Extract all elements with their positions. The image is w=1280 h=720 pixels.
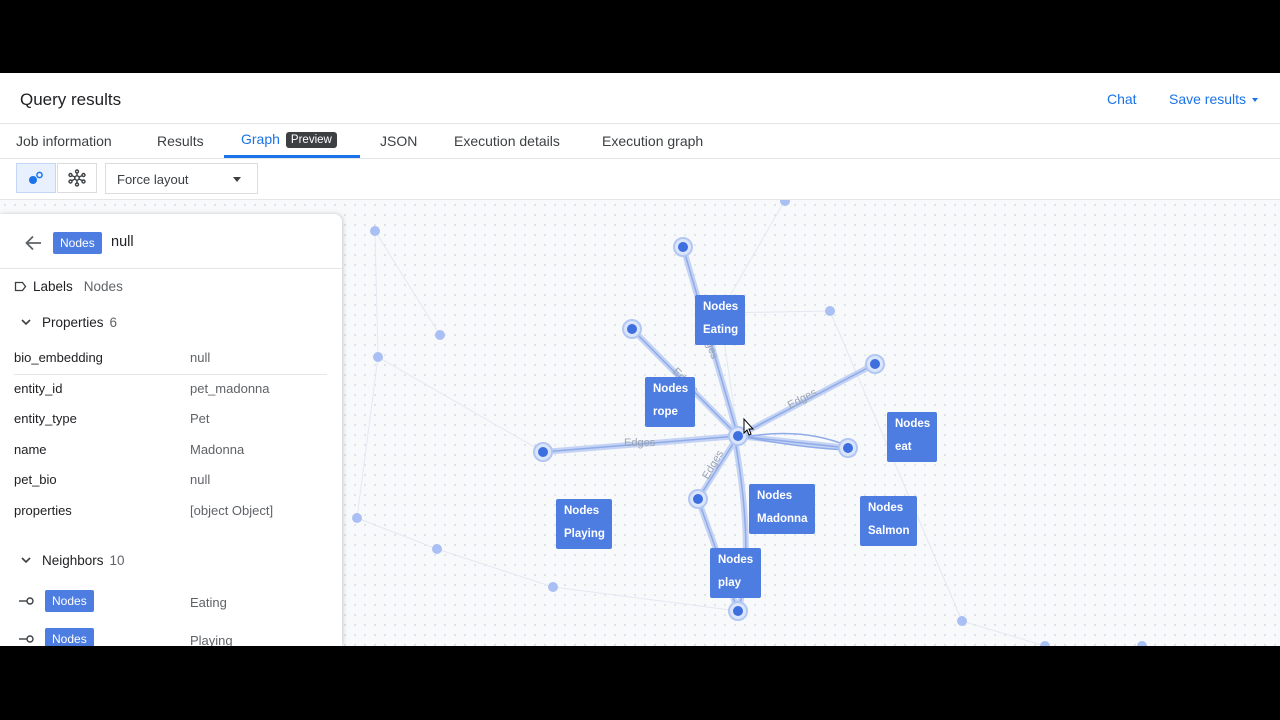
labels-label: Labels [33,279,73,294]
neighbor-chip: Nodes [45,628,94,646]
graph-node-playing[interactable]: Nodes Playing [556,499,612,549]
caret-down-icon [1252,98,1259,103]
property-key: entity_id [14,381,63,396]
query-results-window: Query results Chat Save results Job info… [0,73,1280,646]
neighbor-value: Eating [190,595,227,610]
node-name-label: rope [653,406,678,418]
node-details-panel: Nodes null Labels Nodes Properties 6 bio_e… [0,214,342,646]
node-dot[interactable] [533,442,553,462]
property-key: entity_type [14,411,77,426]
property-value: Madonna [190,442,245,457]
neighbor-row[interactable]: Nodes Eating [18,590,318,614]
property-key: pet_bio [14,472,57,487]
property-row: bio_embedding null [14,344,327,375]
node-type-label: Nodes [868,502,904,514]
chevron-down-icon [21,557,31,564]
edge-direction-icon [19,597,34,605]
back-arrow-icon[interactable] [22,232,44,254]
graph-node-salmon[interactable]: Nodes Salmon [860,496,917,546]
layout-select-value: Force layout [117,172,189,187]
property-key: bio_embedding [14,350,103,365]
graph-node-rope[interactable]: Nodes rope [645,377,695,427]
node-dot[interactable] [673,237,693,257]
property-row: entity_type Pet [14,405,327,435]
edge-label: Edges [624,437,656,449]
property-row: entity_id pet_madonna [14,375,327,405]
neighbors-count: 10 [109,553,125,568]
save-results-label: Save results [1169,91,1247,107]
tab-execution-graph[interactable]: Execution graph [602,133,703,149]
properties-label: Properties [42,315,104,330]
dropdown-arrow-icon [233,177,241,182]
graph-node-madonna[interactable]: Nodes Madonna [749,484,815,534]
property-value: null [190,472,211,487]
node-name-label: Playing [564,528,605,540]
neighbor-value: Playing [190,633,233,646]
layout-select[interactable]: Force layout [105,163,258,194]
tab-bar: Job information Results Graph Preview JSO… [0,124,1280,159]
edge-direction-icon [19,635,34,643]
node-title-value: null [111,234,134,250]
node-name-label: Salmon [868,525,910,537]
property-value: pet_madonna [190,381,270,396]
property-row: pet_bio null [14,466,327,496]
labels-value: Nodes [83,279,123,294]
neighbor-row[interactable]: Nodes Playing [18,628,318,646]
preview-badge: Preview [285,132,337,148]
node-type-label: Nodes [757,490,793,502]
property-row: name Madonna [14,436,327,466]
active-tab-indicator [224,155,360,158]
node-dot[interactable] [728,601,748,621]
node-dot[interactable] [622,319,642,339]
label-icon [14,281,27,292]
properties-count: 6 [109,315,118,330]
graph-node-eating[interactable]: Nodes Eating [695,295,745,345]
tab-job-information[interactable]: Job information [16,133,112,149]
schema-view-button[interactable] [57,163,97,193]
node-name-label: play [718,577,742,589]
property-value: Pet [190,411,210,426]
property-key: name [14,442,47,457]
properties-section-toggle[interactable]: Properties 6 [20,315,117,330]
property-value: [object Object] [190,503,274,518]
tab-json[interactable]: JSON [380,133,417,149]
node-name-label: eat [895,441,912,453]
page-title: Query results [20,90,122,109]
property-row: properties [object Object] [14,497,327,527]
save-results-button[interactable]: Save results [1169,91,1259,107]
tab-results[interactable]: Results [157,133,204,149]
results-header: Query results Chat Save results [0,73,1280,124]
node-name-label: Eating [703,324,739,336]
property-value: null [190,350,211,365]
node-name-label: Madonna [757,513,808,525]
neighbors-label: Neighbors [42,553,104,568]
graph-view-button[interactable] [16,163,56,193]
edge-label: Edges [786,386,820,411]
graph-node-play[interactable]: Nodes play [710,548,761,598]
tab-graph-label: Graph [241,131,280,147]
node-dot[interactable] [865,354,885,374]
node-dot[interactable] [688,489,708,509]
tab-graph[interactable]: Graph Preview [241,131,337,148]
property-key: properties [14,503,72,518]
labels-row: Labels Nodes [14,279,123,294]
node-type-label: Nodes [718,554,754,566]
tab-execution-details[interactable]: Execution details [454,133,560,149]
graph-node-eat[interactable]: Nodes eat [887,412,937,462]
graph-toolbar: Force layout [0,159,1280,200]
neighbor-chip: Nodes [45,590,94,612]
node-type-label: Nodes [895,418,931,430]
divider [0,268,342,269]
node-type-label: Nodes [653,383,689,395]
chevron-down-icon [21,319,31,326]
chat-button[interactable]: Chat [1107,91,1137,107]
bubbles-icon [29,171,43,184]
node-chip: Nodes [53,232,102,254]
node-dot[interactable] [838,438,858,458]
node-type-label: Nodes [564,505,600,517]
hub-icon [68,169,86,187]
node-type-label: Nodes [703,301,739,313]
neighbors-section-toggle[interactable]: Neighbors 10 [20,553,125,568]
